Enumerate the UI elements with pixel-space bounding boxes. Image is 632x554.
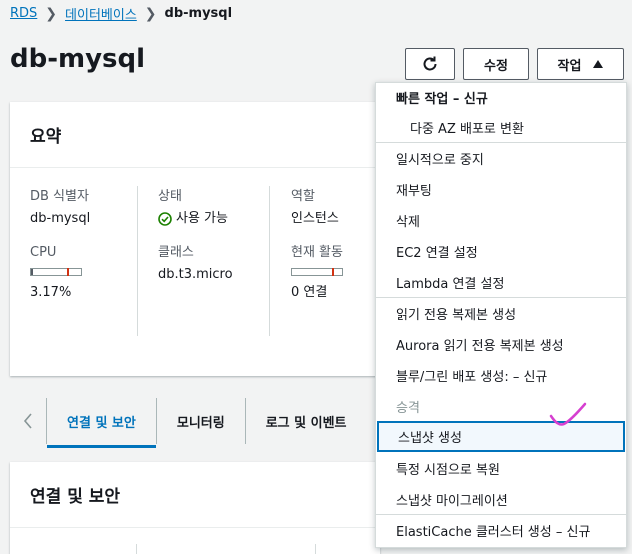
annotation-check-icon	[549, 402, 587, 426]
summary-col-2: 상태 사용 가능 클래스 db.t3.micro	[158, 188, 268, 284]
class-value: db.t3.micro	[158, 267, 233, 282]
menu-item-create-bluegreen[interactable]: 블루/그린 배포 생성: – 신규	[376, 359, 626, 390]
refresh-button[interactable]	[405, 48, 455, 80]
status-label: 상태	[158, 189, 182, 204]
cpu-bar	[30, 268, 82, 276]
actions-menu: 빠른 작업 – 신규 다중 AZ 배포로 변환 일시적으로 중지 재부팅 삭제 …	[375, 82, 627, 548]
activity-bar-threshold	[332, 268, 334, 276]
chevron-left-icon	[23, 413, 32, 429]
column-divider	[315, 544, 316, 554]
breadcrumb-current: db-mysql	[164, 6, 233, 21]
caret-up-icon	[593, 60, 604, 68]
column-divider	[137, 186, 138, 336]
activity-value: 0 연결	[291, 285, 328, 300]
summary-col-1: DB 식별자 db-mysql CPU 3.17%	[30, 188, 140, 302]
summary-panel: 요약 DB 식별자 db-mysql CPU 3.17% 상태 사용 가능 클래…	[10, 102, 380, 376]
status-value: 사용 가능	[158, 210, 268, 228]
menu-item-restore-point-in-time[interactable]: 특정 시점으로 복원	[376, 452, 626, 483]
column-divider	[269, 186, 270, 336]
breadcrumb: RDS ❯ 데이터베이스 ❯ db-mysql	[10, 4, 233, 24]
tab-bar: 연결 및 보안 모니터링 로그 및 이벤트	[10, 398, 380, 448]
menu-item-ec2-connection[interactable]: EC2 연결 설정	[376, 235, 626, 266]
summary-title: 요약	[10, 102, 380, 168]
role-label: 역할	[291, 189, 315, 204]
activity-label: 현재 활동	[291, 245, 343, 260]
cpu-bar-fill	[31, 269, 33, 275]
chevron-right-icon: ❯	[144, 5, 157, 22]
edit-button[interactable]: 수정	[463, 48, 529, 80]
db-identifier-label: DB 식별자	[30, 189, 89, 204]
actions-button-label: 작업	[557, 58, 582, 74]
menu-item-create-read-replica[interactable]: 읽기 전용 복제본 생성	[376, 297, 626, 328]
cpu-bar-threshold	[67, 268, 69, 276]
chevron-right-icon: ❯	[45, 5, 58, 22]
connectivity-title: 연결 및 보안	[10, 462, 380, 528]
summary-col-3: 역할 인스턴스 현재 활동 0 연결	[291, 188, 357, 302]
menu-item-lambda-connection[interactable]: Lambda 연결 설정	[376, 266, 626, 297]
menu-item-create-elasticache[interactable]: ElastiCache 클러스터 생성 – 신규	[376, 514, 626, 545]
tab-connectivity[interactable]: 연결 및 보안	[46, 398, 156, 448]
menu-item-create-aurora-replica[interactable]: Aurora 읽기 전용 복제본 생성	[376, 328, 626, 359]
activity-bar	[291, 268, 343, 276]
menu-item-reboot[interactable]: 재부팅	[376, 173, 626, 204]
check-circle-icon	[158, 212, 172, 226]
role-value: 인스턴스	[291, 211, 339, 226]
tab-monitoring[interactable]: 모니터링	[155, 398, 245, 444]
page-title: db-mysql	[10, 44, 146, 74]
actions-button[interactable]: 작업	[537, 48, 624, 80]
refresh-icon	[423, 56, 437, 71]
menu-item-convert-multi-az[interactable]: 다중 AZ 배포로 변환	[376, 111, 626, 142]
menu-item-delete[interactable]: 삭제	[376, 204, 626, 235]
breadcrumb-databases[interactable]: 데이터베이스	[65, 4, 137, 23]
menu-item-promote: 승격	[396, 400, 420, 416]
cpu-value: 3.17%	[30, 285, 72, 300]
cpu-label: CPU	[30, 245, 57, 260]
tab-scroll-left[interactable]	[10, 398, 46, 444]
db-identifier-value: db-mysql	[30, 211, 91, 226]
edit-button-label: 수정	[484, 58, 508, 74]
breadcrumb-rds[interactable]: RDS	[10, 6, 37, 21]
menu-item-migrate-snapshot[interactable]: 스냅샷 마이그레이션	[376, 483, 626, 514]
menu-group-quick-actions: 빠른 작업 – 신규	[396, 91, 488, 107]
status-text: 사용 가능	[176, 211, 228, 226]
connectivity-panel: 연결 및 보안	[10, 462, 380, 554]
column-divider	[136, 544, 137, 554]
menu-item-stop-temporarily[interactable]: 일시적으로 중지	[376, 142, 626, 173]
class-label: 클래스	[158, 245, 194, 260]
tab-logs-events[interactable]: 로그 및 이벤트	[244, 398, 367, 444]
